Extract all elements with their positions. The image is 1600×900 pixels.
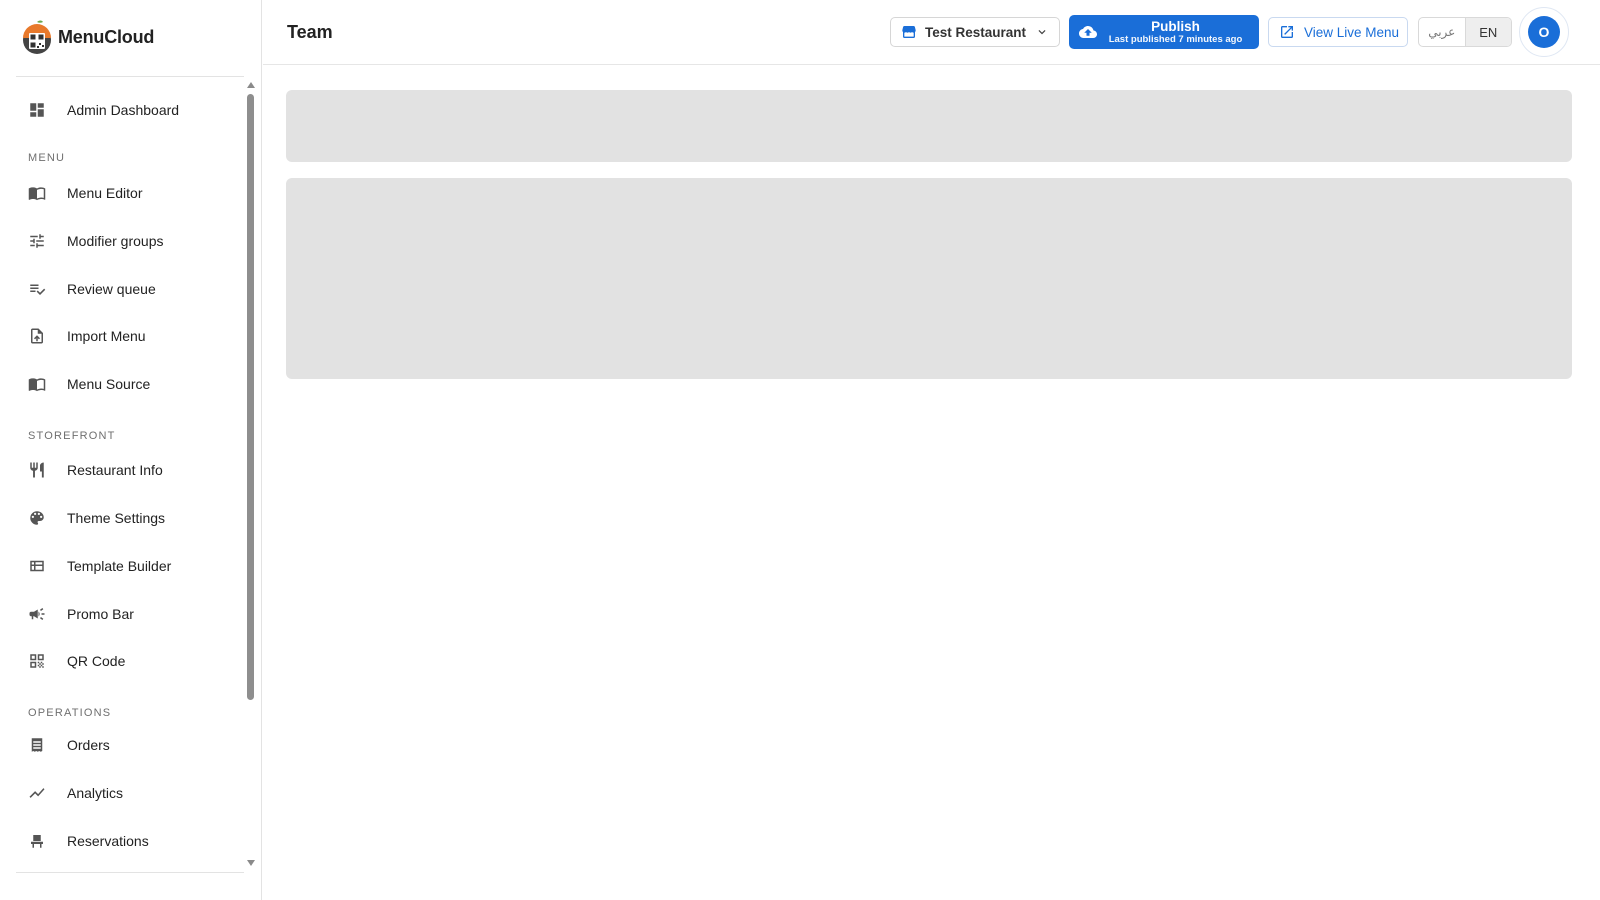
tune-icon [28,232,46,250]
sidebar-item-label: Reservations [67,833,149,849]
top-header: Team Test Restaurant Publish Last publis… [263,0,1600,65]
file-upload-icon [28,327,46,345]
sidebar-item-menu-editor[interactable]: Menu Editor [16,173,244,213]
avatar: O [1528,16,1560,48]
template-icon [28,557,46,575]
publish-text: Publish Last published 7 minutes ago [1098,18,1259,45]
sidebar-item-menu-source[interactable]: Menu Source [16,364,244,404]
language-english-button[interactable]: EN [1464,18,1511,46]
sidebar: MenuCloud Admin Dashboard MENU Menu Edit… [0,0,262,900]
sidebar-item-label: Theme Settings [67,510,166,526]
sidebar-item-label: Analytics [67,785,124,801]
publish-button[interactable]: Publish Last published 7 minutes ago [1069,15,1259,49]
sidebar-item-analytics[interactable]: Analytics [16,773,244,813]
section-label-storefront: STOREFRONT [28,430,116,442]
sidebar-item-label: Admin Dashboard [67,102,180,118]
view-live-menu-button[interactable]: View Live Menu [1268,17,1408,47]
scroll-up-arrow-icon[interactable] [247,82,255,88]
section-label-menu: MENU [28,152,66,164]
loading-skeleton [286,178,1572,379]
sidebar-item-label: Review queue [67,281,156,297]
divider [16,872,244,873]
sidebar-item-label: Restaurant Info [67,462,163,478]
brand-name: MenuCloud [58,26,155,47]
restaurant-icon [28,461,46,479]
language-arabic-button[interactable]: عربي [1419,18,1465,46]
sidebar-item-promo-bar[interactable]: Promo Bar [16,594,244,634]
sidebar-item-label: Menu Source [67,376,151,392]
analytics-icon [28,784,46,802]
sidebar-nav: Admin Dashboard MENU Menu Editor Modifie… [16,84,244,868]
sidebar-item-admin-dashboard[interactable]: Admin Dashboard [16,90,244,130]
sidebar-item-qr-code[interactable]: QR Code [16,641,244,681]
scrollbar-thumb[interactable] [247,94,254,700]
sidebar-item-label: QR Code [67,653,126,669]
book-icon [28,184,46,202]
storefront-icon [901,24,917,40]
user-menu-button[interactable]: O [1519,7,1569,57]
sidebar-item-template-builder[interactable]: Template Builder [16,546,244,586]
restaurant-select[interactable]: Test Restaurant [890,17,1060,47]
book-icon [28,375,46,393]
palette-icon [28,509,46,527]
sidebar-item-theme-settings[interactable]: Theme Settings [16,498,244,538]
sidebar-item-restaurant-info[interactable]: Restaurant Info [16,450,244,490]
sidebar-item-modifier-groups[interactable]: Modifier groups [16,221,244,261]
brand-logo-icon [20,19,54,55]
sidebar-scrollbar[interactable] [244,78,258,870]
open-in-new-icon [1279,24,1295,40]
brand[interactable]: MenuCloud [20,19,154,55]
sidebar-item-label: Promo Bar [67,606,134,622]
sidebar-item-reservations[interactable]: Reservations [16,821,244,861]
section-label-operations: OPERATIONS [28,707,112,719]
publish-sublabel: Last published 7 minutes ago [1108,34,1243,45]
cloud-upload-icon [1078,23,1098,41]
language-switcher: عربي EN [1418,17,1512,47]
receipt-icon [28,736,46,754]
sidebar-item-label: Template Builder [67,558,172,574]
sidebar-item-label: Orders [67,737,110,753]
dashboard-icon [28,101,46,119]
divider [16,76,244,77]
playlist-check-icon [28,280,46,298]
scroll-down-arrow-icon[interactable] [247,860,255,866]
qr-code-icon [28,652,46,670]
sidebar-item-label: Import Menu [67,328,146,344]
sidebar-item-label: Modifier groups [67,233,164,249]
sidebar-item-review-queue[interactable]: Review queue [16,269,244,309]
sidebar-item-import-menu[interactable]: Import Menu [16,316,244,356]
page-title: Team [287,22,333,42]
megaphone-icon [28,605,46,623]
publish-label: Publish [1151,18,1200,34]
sidebar-item-label: Menu Editor [67,185,143,201]
sidebar-item-orders[interactable]: Orders [16,725,244,765]
view-live-menu-label: View Live Menu [1304,24,1400,40]
chair-icon [28,832,46,850]
chevron-down-icon [1035,25,1049,39]
restaurant-select-value: Test Restaurant [925,24,1027,40]
loading-skeleton [286,90,1572,162]
